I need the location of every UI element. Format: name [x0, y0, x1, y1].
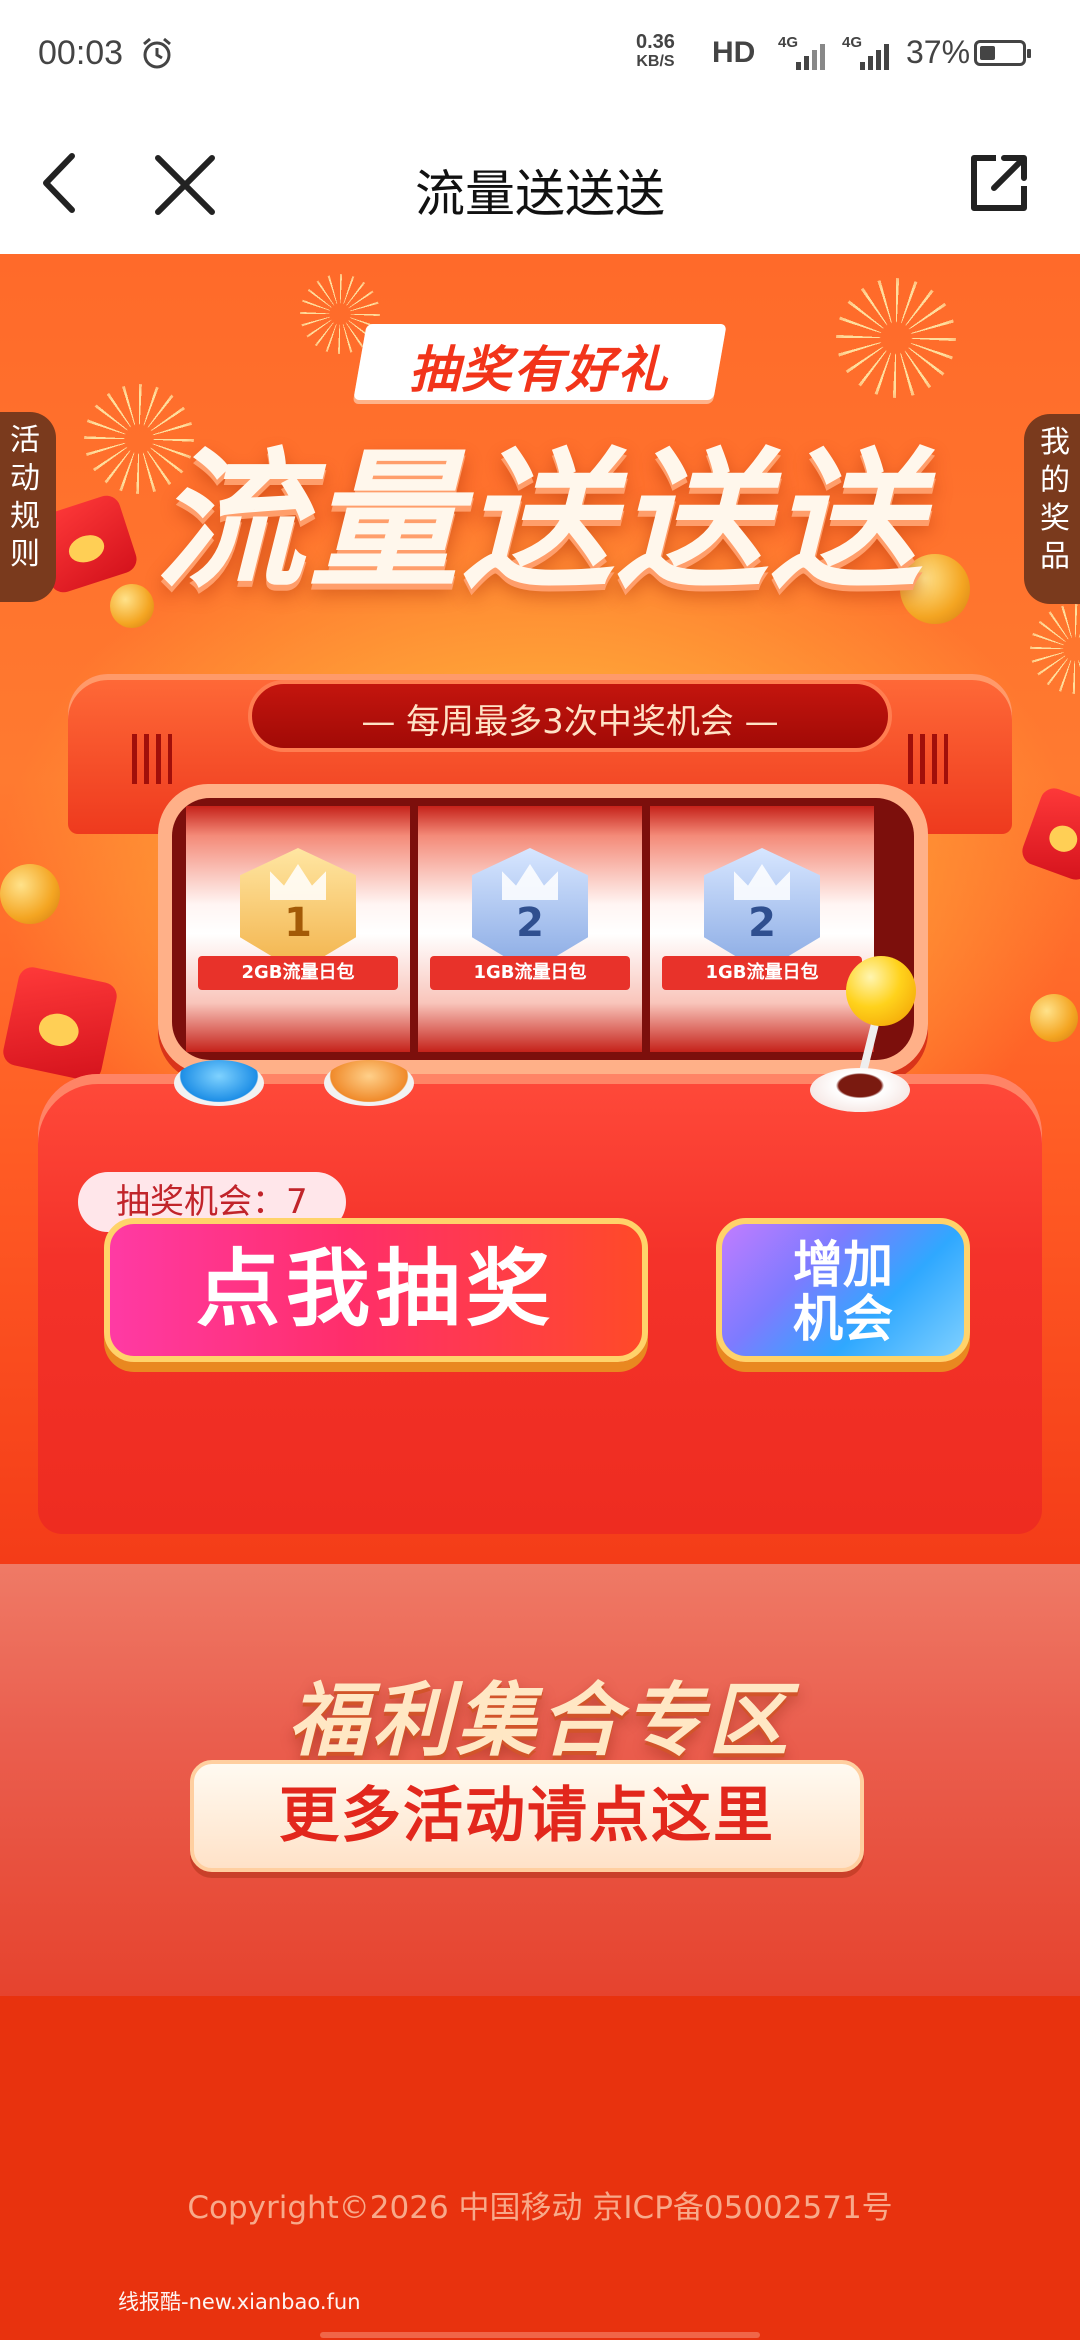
more-activities-button[interactable]: 更多活动请点这里 — [190, 1760, 864, 1872]
rules-tab[interactable]: 活动规则 — [0, 412, 56, 602]
signal-icon: 4G — [778, 34, 830, 72]
my-prizes-tab-label: 我的奖品 — [1040, 425, 1070, 574]
add-chances-label-line1: 增加 — [793, 1236, 893, 1294]
promo-badge-label: 抽奖有好礼 — [409, 341, 670, 399]
prize-rank: 2 — [748, 900, 776, 946]
welfare-section: 福利集合专区 更多活动请点这里 — [0, 1564, 1080, 1996]
alarm-icon — [143, 37, 171, 69]
battery-percent: 37% — [906, 34, 971, 70]
joystick-knob — [846, 956, 916, 1026]
home-indicator[interactable] — [320, 2332, 760, 2338]
speaker-grill — [908, 734, 948, 784]
add-chances-button[interactable]: 增加 机会 — [716, 1218, 970, 1362]
draw-button[interactable]: 点我抽奖 — [104, 1218, 648, 1362]
speaker-grill — [132, 734, 172, 784]
prize-label: 1GB流量日包 — [430, 956, 630, 990]
firework-decoration — [836, 278, 956, 398]
slot-machine: — 每周最多3次中奖机会 — 1 2GB流量日包 2 1GB流量日包 2 1GB… — [38, 674, 1042, 1534]
prize-label: 1GB流量日包 — [662, 956, 862, 990]
lottery-hero: 抽奖有好礼 流量送送送 活动规则 我的奖品 — 每周最多3次中奖机会 — 1 2… — [0, 254, 1080, 1564]
reel-slot: 1 2GB流量日包 — [186, 806, 410, 1052]
reel-slot: 2 1GB流量日包 — [650, 806, 874, 1052]
share-icon[interactable] — [966, 150, 1032, 216]
signal-label: 4G — [778, 34, 799, 51]
battery-icon — [974, 40, 1031, 66]
network-speed-unit: KB/S — [636, 53, 675, 70]
reel-window: 1 2GB流量日包 2 1GB流量日包 2 1GB流量日包 — [158, 784, 928, 1074]
prize-label: 2GB流量日包 — [198, 956, 398, 990]
my-prizes-tab[interactable]: 我的奖品 — [1024, 414, 1080, 604]
navigation-bar: 流量送送送 — [0, 112, 1080, 254]
prize-rank: 1 — [284, 900, 312, 946]
watermark-text: 线报酷-new.xianbao.fun — [118, 2290, 361, 2314]
copyright-text: Copyright©2026 中国移动 京ICP备05002571号 — [187, 2190, 893, 2226]
status-time: 00:03 — [38, 34, 124, 72]
signal-icon: 4G — [842, 34, 894, 72]
hero-title: 流量送送送 — [154, 435, 925, 609]
footer: Copyright©2026 中国移动 京ICP备05002571号 线报酷-n… — [0, 1996, 1080, 2340]
hd-indicator: HD — [712, 36, 756, 69]
prize-rank: 2 — [516, 900, 544, 946]
page-title: 流量送送送 — [415, 165, 665, 223]
weekly-limit-banner: — 每周最多3次中奖机会 — — [248, 680, 892, 752]
joystick-base — [810, 1068, 910, 1112]
prize-crest-icon: 2 — [472, 848, 588, 972]
network-speed: 0.36 KB/S — [636, 32, 675, 72]
signal-label: 4G — [842, 34, 863, 51]
rules-tab-label: 活动规则 — [10, 423, 40, 572]
weekly-limit-text: — 每周最多3次中奖机会 — — [361, 702, 779, 742]
network-speed-value: 0.36 — [636, 31, 675, 53]
status-bar: 00:03 0.36 KB/S HD 4G 4G 37% — [0, 0, 1080, 112]
machine-button-decoration — [324, 1060, 414, 1106]
prize-crest-icon: 2 — [704, 848, 820, 972]
reel-slot: 2 1GB流量日包 — [418, 806, 642, 1052]
prize-crest-icon: 1 — [240, 848, 356, 972]
promo-badge: 抽奖有好礼 — [353, 324, 727, 400]
add-chances-label-line2: 机会 — [793, 1290, 893, 1348]
machine-button-decoration — [174, 1060, 264, 1106]
welfare-title: 福利集合专区 — [288, 1674, 792, 1767]
